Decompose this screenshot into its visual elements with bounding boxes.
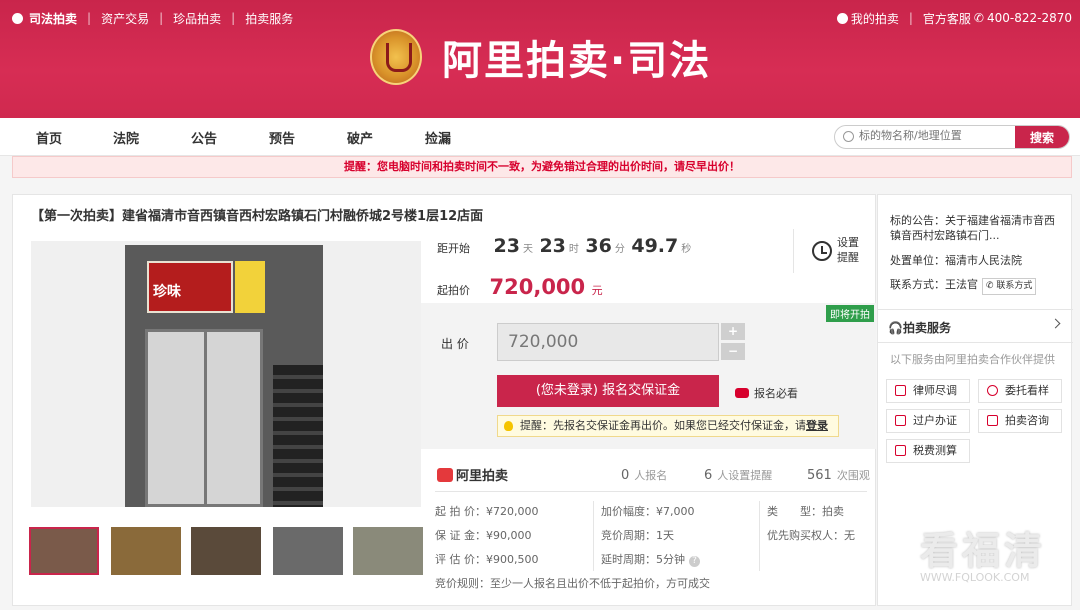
bid-input[interactable]: 720,000 <box>497 323 719 361</box>
thumbnail-5[interactable] <box>353 527 423 575</box>
phone-icon: ✆ <box>986 281 997 291</box>
service-description: 以下服务由阿里拍卖合作伙伴提供 <box>890 353 1055 366</box>
brand-icon <box>12 12 23 24</box>
search-box: 搜索 <box>834 125 1070 149</box>
alarm-clock-icon <box>812 241 832 261</box>
main-nav: 首页 法院 公告 预告 破产 捡漏 搜索 <box>0 118 1080 156</box>
my-auction-link[interactable]: 我的拍卖 <box>851 10 899 27</box>
detail-period: 竞价周期：1天 <box>601 529 674 542</box>
link-treasure-auction[interactable]: 珍品拍卖 <box>173 10 221 27</box>
court-link[interactable]: 福清市人民法院 <box>945 254 1022 267</box>
coins-icon <box>735 388 749 398</box>
item-title: 【第一次拍卖】建省福清市音西镇音西村宏路镇石门村融侨城2号楼1层12店面 <box>31 209 484 224</box>
chat-icon <box>987 415 998 426</box>
countdown: 距开始 23 天 23 时 36 分 49.7 秒 <box>437 235 692 257</box>
nav-home[interactable]: 首页 <box>36 128 62 147</box>
location-icon <box>987 385 998 396</box>
detail-increment: 加价幅度：¥7,000 <box>601 505 695 518</box>
search-input[interactable] <box>859 129 1009 142</box>
reminder-count: 6 人设置提醒 <box>704 468 773 483</box>
logo-text: 阿里拍卖·司法 <box>442 38 712 84</box>
nav-bankruptcy[interactable]: 破产 <box>347 128 373 147</box>
set-reminder-button[interactable]: 设置提醒 <box>793 229 875 273</box>
top-bar: 司法拍卖 | 资产交易 | 珍品拍卖 | 拍卖服务 我的拍卖 | 官方客服 ✆ … <box>12 8 1072 28</box>
nav-bargains[interactable]: 捡漏 <box>425 128 451 147</box>
search-button[interactable]: 搜索 <box>1015 126 1069 148</box>
detail-start-price: 起 拍 价：¥720,000 <box>435 505 539 518</box>
main-image[interactable]: 珍味 <box>31 241 421 507</box>
login-link[interactable]: 登录 <box>806 419 828 432</box>
time-warning: 提醒：您电脑时间和拍卖时间不一致，为避免错过合理的出价时间，请尽早出价！ <box>12 156 1072 178</box>
decrease-bid-button[interactable]: − <box>721 343 745 360</box>
header-banner: 司法拍卖 | 资产交易 | 珍品拍卖 | 拍卖服务 我的拍卖 | 官方客服 ✆ … <box>0 0 1080 118</box>
thumbnail-1[interactable] <box>29 527 99 575</box>
auction-service-header[interactable]: 🎧拍卖服务 <box>878 309 1073 343</box>
nav-courts[interactable]: 法院 <box>113 128 139 147</box>
detail-appraisal: 评 估 价：¥900,500 <box>435 553 539 566</box>
detail-rule: 竞价规则：至少一人报名且出价不低于起拍价，方可成交 <box>435 577 710 590</box>
phone-number: 400-822-2870 <box>986 11 1072 25</box>
storefront-photo: 珍味 <box>125 245 323 507</box>
bag-icon <box>437 467 453 482</box>
notice-row: 标的公告：关于福建省福清市音西镇音西村宏路镇石门... <box>890 214 1055 242</box>
bid-label: 出 价 <box>441 337 469 351</box>
user-icon <box>836 12 848 24</box>
must-read-link[interactable]: 报名必看 <box>735 385 798 401</box>
signup-count: 0 人报名 <box>621 468 668 483</box>
phone-icon: ✆ <box>973 11 984 25</box>
thumbnail-3[interactable] <box>191 527 261 575</box>
increase-bid-button[interactable]: + <box>721 323 745 340</box>
thumbnail-strip <box>29 527 429 577</box>
service-viewing[interactable]: 委托看样 <box>978 379 1062 403</box>
service-lawyer[interactable]: 律师尽调 <box>886 379 970 403</box>
service-transfer[interactable]: 过户办证 <box>886 409 970 433</box>
info-area: 阿里拍卖 0 人报名 6 人设置提醒 561 次围观 起 拍 价：¥720,000 保… <box>421 451 876 605</box>
contact-button[interactable]: ✆ 联系方式 <box>982 278 1037 295</box>
alibaba-auction-logo: 阿里拍卖 <box>437 465 508 484</box>
contact-row: 联系方式：王法官 ✆ 联系方式 <box>890 277 1037 295</box>
brand-link[interactable]: 司法拍卖 <box>12 10 77 27</box>
bid-area: 即将开拍 出 价 720,000 + − (您未登录) 报名交保证金 报名必看 … <box>421 303 876 449</box>
thumbnail-4[interactable] <box>273 527 343 575</box>
headset-icon: 🎧 <box>888 321 903 335</box>
service-tax[interactable]: 税费测算 <box>886 439 970 463</box>
chevron-right-icon <box>1050 318 1061 329</box>
poster <box>235 261 265 313</box>
view-count: 561 次围观 <box>807 468 870 483</box>
service-consult[interactable]: 拍卖咨询 <box>978 409 1062 433</box>
service-link[interactable]: 官方客服 <box>923 10 971 27</box>
link-auction-service[interactable]: 拍卖服务 <box>245 10 293 27</box>
watermark: 看福清 WWW.FQLOOK.COM <box>920 529 1047 584</box>
detail-type: 类 型：拍卖 <box>767 505 844 518</box>
start-price: 起拍价 720,000 元 <box>437 275 603 299</box>
detail-deposit: 保 证 金：¥90,000 <box>435 529 532 542</box>
service-title: 🎧拍卖服务 <box>888 321 951 335</box>
detail-delay: 延时周期：5分钟? <box>601 551 700 567</box>
auction-main: 【第一次拍卖】建省福清市音西镇音西村宏路镇石门村融侨城2号楼1层12店面 珍味 … <box>12 194 876 606</box>
thumbnail-2[interactable] <box>111 527 181 575</box>
search-icon <box>843 131 854 142</box>
shop-sign: 珍味 <box>147 261 233 313</box>
glass-door <box>145 329 263 507</box>
tire-stack <box>273 365 323 507</box>
detail-priority: 优先购买权人：无 <box>767 529 855 542</box>
lawyer-icon <box>895 385 906 396</box>
calculator-icon <box>895 445 906 456</box>
deposit-tip: 提醒：先报名交保证金再出价。如果您已经交付保证金，请登录 <box>497 415 839 437</box>
court-row: 处置单位：福清市人民法院 <box>890 254 1022 267</box>
deposit-signup-button[interactable]: (您未登录) 报名交保证金 <box>497 375 719 407</box>
nav-notices[interactable]: 公告 <box>191 128 217 147</box>
site-logo[interactable]: 阿里拍卖·司法 <box>370 28 711 86</box>
court-emblem-icon <box>370 29 422 85</box>
nav-preview[interactable]: 预告 <box>269 128 295 147</box>
help-icon[interactable]: ? <box>689 556 700 567</box>
person-icon <box>895 415 906 426</box>
link-asset-trade[interactable]: 资产交易 <box>101 10 149 27</box>
upcoming-tag: 即将开拍 <box>826 305 874 322</box>
